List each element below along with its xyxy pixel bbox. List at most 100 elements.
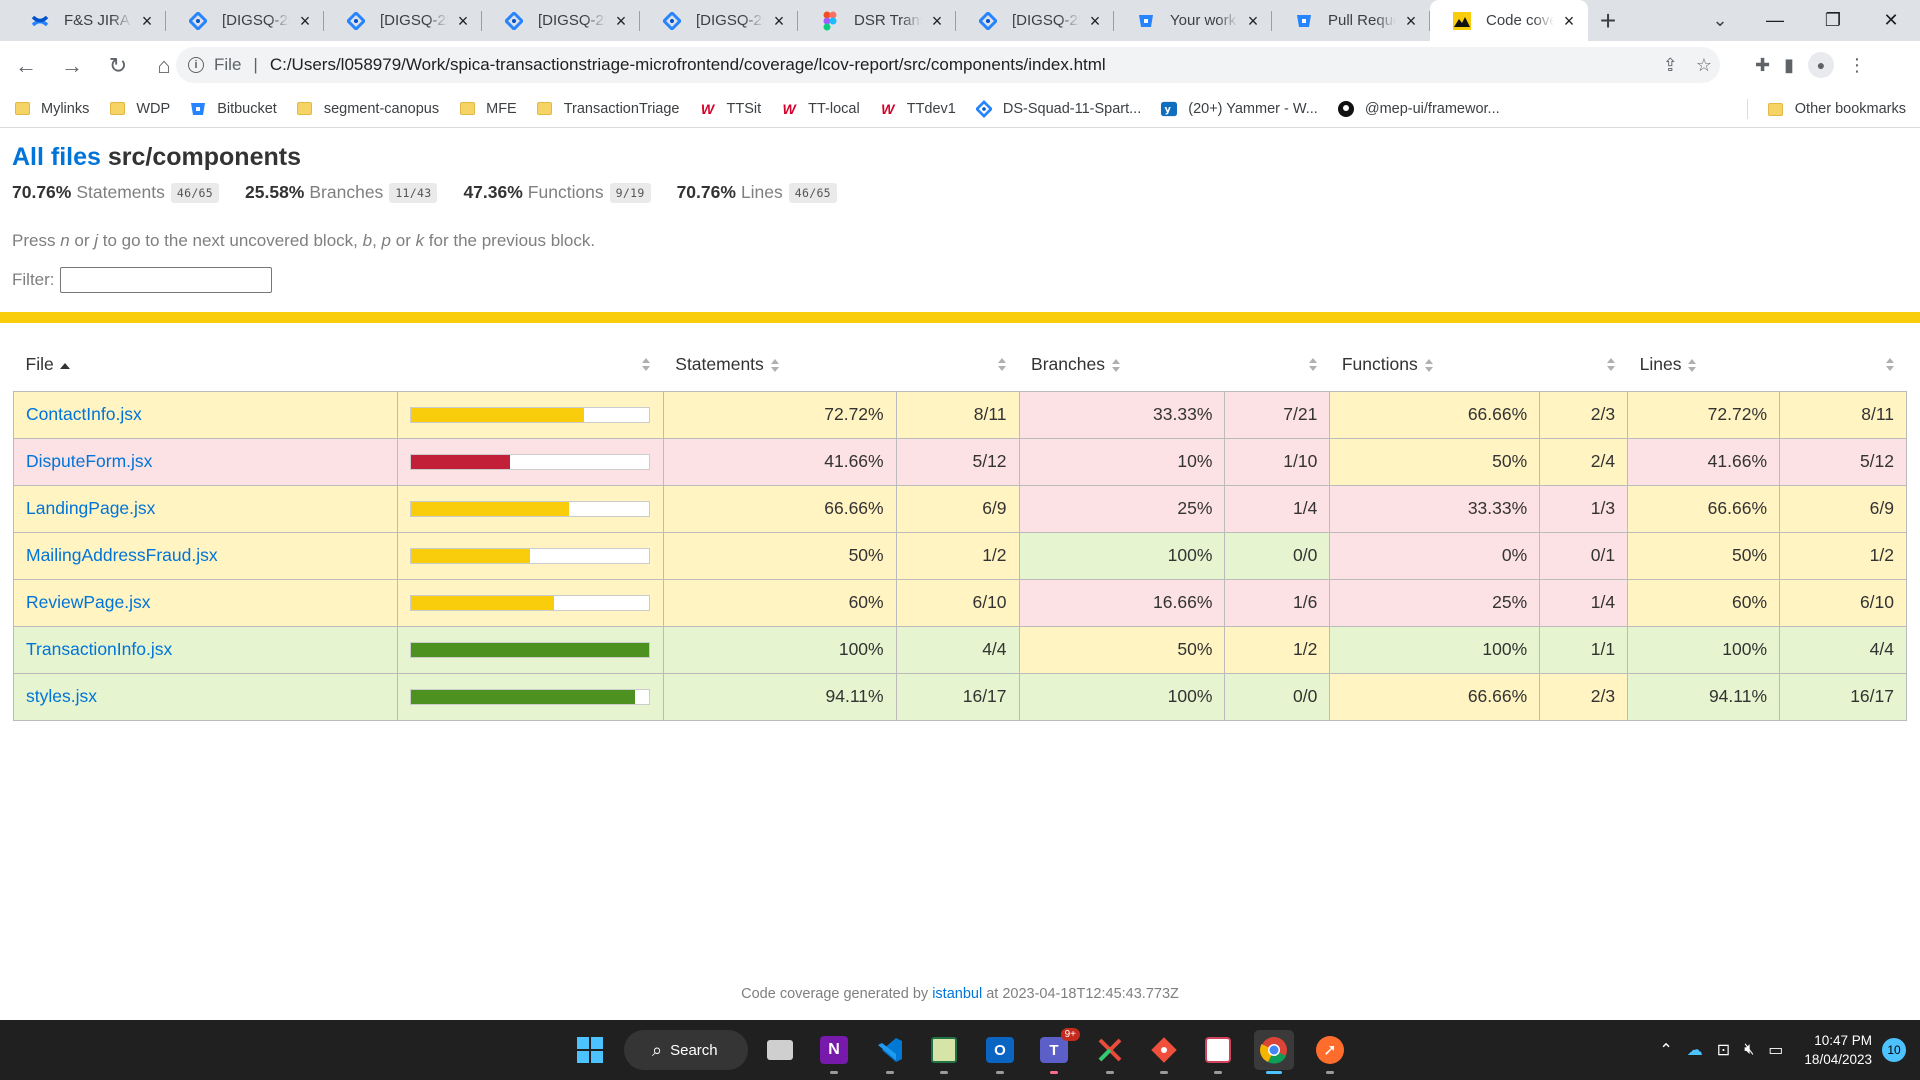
file-cell: styles.jsx [13, 672, 398, 721]
istanbul-link[interactable]: istanbul [932, 986, 982, 1002]
browser-tab-1[interactable]: [DIGSQ-257 × [166, 0, 324, 41]
vscode-icon[interactable] [870, 1030, 910, 1074]
lines-fraction: 5/12 [1779, 437, 1907, 486]
close-icon[interactable]: × [296, 12, 314, 30]
tab-search-chevron-icon[interactable]: ⌄ [1700, 0, 1740, 41]
onenote-icon[interactable]: N [814, 1030, 854, 1074]
forward-button[interactable]: → [52, 46, 92, 86]
close-icon[interactable]: × [1402, 12, 1420, 30]
browser-menu-icon[interactable]: ⋮ [1848, 55, 1866, 76]
info-icon[interactable]: i [188, 57, 204, 73]
chrome-icon[interactable] [1254, 1030, 1294, 1074]
close-icon[interactable]: × [1086, 12, 1104, 30]
browser-tab-6[interactable]: [DIGSQ-257 × [956, 0, 1114, 41]
bookmark-item-0[interactable]: Mylinks [14, 101, 89, 117]
url-text[interactable]: C:/Users/l058979/Work/spica-transactions… [270, 55, 1106, 75]
share-icon[interactable]: ⇪ [1663, 55, 1678, 76]
browser-tab-4[interactable]: [DIGSQ-257 × [640, 0, 798, 41]
minimize-button[interactable]: — [1746, 0, 1804, 41]
statements-raw-column-header[interactable] [896, 339, 1019, 391]
chevron-up-icon[interactable]: ⌃ [1659, 1040, 1672, 1060]
bookmark-star-icon[interactable]: ☆ [1696, 55, 1712, 76]
profile-avatar-icon[interactable]: ● [1808, 52, 1834, 78]
file-link[interactable]: TransactionInfo.jsx [26, 639, 172, 659]
onedrive-icon[interactable]: ☁ [1687, 1040, 1703, 1060]
bookmark-item-11[interactable]: @mep-ui/framewor... [1337, 100, 1500, 117]
functions-fraction: 2/3 [1539, 390, 1629, 439]
compass-icon[interactable]: ➚ [1310, 1030, 1350, 1074]
file-link[interactable]: ContactInfo.jsx [26, 404, 142, 424]
address-bar[interactable]: i File | C:/Users/l058979/Work/spica-tra… [176, 47, 1720, 83]
other-bookmarks[interactable]: Other bookmarks [1768, 90, 1906, 128]
browser-tab-9[interactable]: Code cover × [1430, 0, 1588, 41]
file-link[interactable]: DisputeForm.jsx [26, 451, 152, 471]
lines-raw-column-header[interactable] [1780, 339, 1907, 391]
close-icon[interactable]: × [612, 12, 630, 30]
close-window-button[interactable]: ✕ [1862, 0, 1920, 41]
close-icon[interactable]: × [1244, 12, 1262, 30]
new-tab-button[interactable]: + [1588, 0, 1628, 41]
bookmark-item-10[interactable]: y (20+) Yammer - W... [1161, 101, 1318, 117]
functions-raw-column-header[interactable] [1540, 339, 1628, 391]
file-column-header[interactable]: File [14, 339, 398, 391]
bookmark-label: Mylinks [41, 100, 90, 117]
bookmark-item-9[interactable]: DS-Squad-11-Spart... [975, 99, 1141, 118]
back-button[interactable]: ← [6, 46, 46, 86]
bookmark-label: WDP [136, 100, 171, 117]
volume-muted-icon[interactable]: 🔇︎ [1744, 1041, 1754, 1059]
filter-input[interactable] [59, 267, 272, 293]
windows-start-icon[interactable] [570, 1030, 610, 1070]
bookmark-item-6[interactable]: W TTSit [700, 101, 761, 117]
bookmark-item-5[interactable]: TransactionTriage [537, 101, 680, 117]
clock[interactable]: 10:47 PM 18/04/2023 [1804, 1031, 1872, 1069]
bookmark-item-4[interactable]: MFE [459, 101, 517, 117]
bookmark-item-1[interactable]: WDP [109, 101, 170, 117]
notification-badge[interactable]: 10 [1882, 1038, 1906, 1062]
reload-button[interactable]: ↻ [98, 46, 138, 86]
close-icon[interactable]: × [928, 12, 946, 30]
file-link[interactable]: MailingAddressFraud.jsx [26, 545, 218, 565]
file-bar-column-header[interactable] [397, 339, 663, 391]
coverage-bar-cell [396, 437, 664, 486]
coverage-bar-fill [410, 407, 584, 422]
restore-button[interactable]: ❐ [1804, 0, 1862, 41]
file-link[interactable]: LandingPage.jsx [26, 498, 155, 518]
extensions-puzzle-icon[interactable]: ✚ [1755, 55, 1770, 76]
battery-icon[interactable]: ▭ [1768, 1040, 1783, 1060]
bookmark-item-7[interactable]: W TT-local [781, 101, 860, 117]
taskbar-search[interactable]: ⌕ Search [624, 1030, 748, 1070]
statements-column-header[interactable]: Statements [663, 339, 896, 391]
xmind-icon[interactable] [1090, 1030, 1130, 1074]
bookmark-item-2[interactable]: Bitbucket [190, 101, 277, 117]
branches-raw-column-header[interactable] [1225, 339, 1330, 391]
network-icon[interactable]: ⊡ [1717, 1040, 1730, 1060]
browser-tab-2[interactable]: [DIGSQ-256 × [324, 0, 482, 41]
task-view-icon[interactable] [760, 1030, 800, 1070]
branches-column-header[interactable]: Branches [1019, 339, 1225, 391]
lines-pct: 60% [1627, 578, 1781, 627]
browser-tab-8[interactable]: Pull Reques × [1272, 0, 1430, 41]
browser-tab-3[interactable]: [DIGSQ-256 × [482, 0, 640, 41]
bookmark-item-3[interactable]: segment-canopus [297, 101, 439, 117]
file-cell: DisputeForm.jsx [13, 437, 398, 486]
browser-tab-5[interactable]: DSR Transac × [798, 0, 956, 41]
teams-icon[interactable]: T 9+ [1034, 1028, 1080, 1074]
browser-tab-7[interactable]: Your work - × [1114, 0, 1272, 41]
close-icon[interactable]: × [454, 12, 472, 30]
bookmark-item-8[interactable]: W TTdev1 [880, 101, 956, 117]
git-icon[interactable] [1144, 1030, 1184, 1074]
browser-tab-0[interactable]: F&S JIRA Ep × [8, 0, 166, 41]
lines-fraction: 8/11 [1779, 390, 1907, 439]
functions-column-header[interactable]: Functions [1330, 339, 1540, 391]
all-files-link[interactable]: All files [12, 143, 101, 171]
file-link[interactable]: styles.jsx [26, 686, 97, 706]
snipping-tool-icon[interactable] [1198, 1030, 1238, 1074]
close-icon[interactable]: × [1560, 12, 1578, 30]
outlook-icon[interactable]: O [980, 1030, 1020, 1074]
close-icon[interactable]: × [138, 12, 156, 30]
file-link[interactable]: ReviewPage.jsx [26, 592, 151, 612]
excel-notes-icon[interactable] [924, 1030, 964, 1074]
lines-column-header[interactable]: Lines [1628, 339, 1780, 391]
close-icon[interactable]: × [770, 12, 788, 30]
side-panel-icon[interactable]: ▮ [1784, 55, 1794, 76]
